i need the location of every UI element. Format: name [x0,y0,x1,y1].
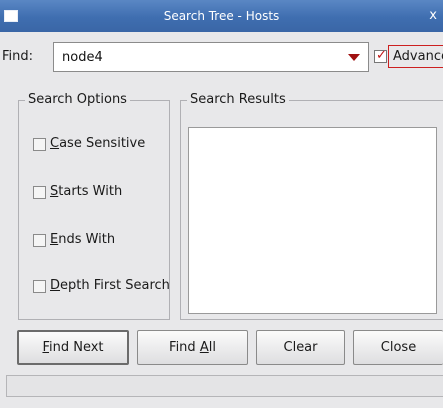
find-all-mnemonic: A [199,340,209,355]
find-all-label: ll [208,340,216,355]
chevron-down-icon [348,53,360,61]
dropdown-button[interactable] [341,44,367,70]
status-bar [6,375,443,397]
search-results-group: Search Results [180,92,443,320]
advanced-label[interactable]: Advanced [388,45,443,68]
find-input[interactable] [62,48,332,66]
case-sensitive-checkbox[interactable] [33,138,46,151]
find-combobox[interactable] [53,42,369,72]
search-results-title: Search Results [187,92,289,107]
search-results-list[interactable] [188,127,437,314]
search-options-title: Search Options [25,92,130,107]
find-next-button[interactable]: Find Next [17,330,129,365]
find-label: Find: [2,49,34,64]
ends-with-checkbox[interactable] [33,234,46,247]
depth-first-search-checkbox[interactable] [33,280,46,293]
close-icon[interactable]: x [429,8,437,23]
find-next-label: ind Next [49,340,104,355]
title-bar[interactable]: Search Tree - Hosts x [0,0,443,32]
starts-with-label[interactable]: Starts With [50,184,122,199]
find-all-button[interactable]: Find All [137,330,248,365]
ends-with-label[interactable]: Ends With [50,232,115,247]
close-button[interactable]: Close [353,330,443,365]
depth-first-search-label[interactable]: Depth First Search [50,278,170,293]
checkmark-icon: ✓ [376,48,387,63]
find-all-prefix: Find [169,340,200,355]
search-options-group: Search Options Case Sensitive Starts Wit… [18,92,170,320]
clear-button[interactable]: Clear [256,330,345,365]
window-title: Search Tree - Hosts [163,9,280,23]
case-sensitive-label[interactable]: Case Sensitive [50,136,145,151]
starts-with-checkbox[interactable] [33,186,46,199]
find-row: Find: ✓ Advanced [0,42,443,72]
advanced-checkbox[interactable]: ✓ [374,48,387,63]
